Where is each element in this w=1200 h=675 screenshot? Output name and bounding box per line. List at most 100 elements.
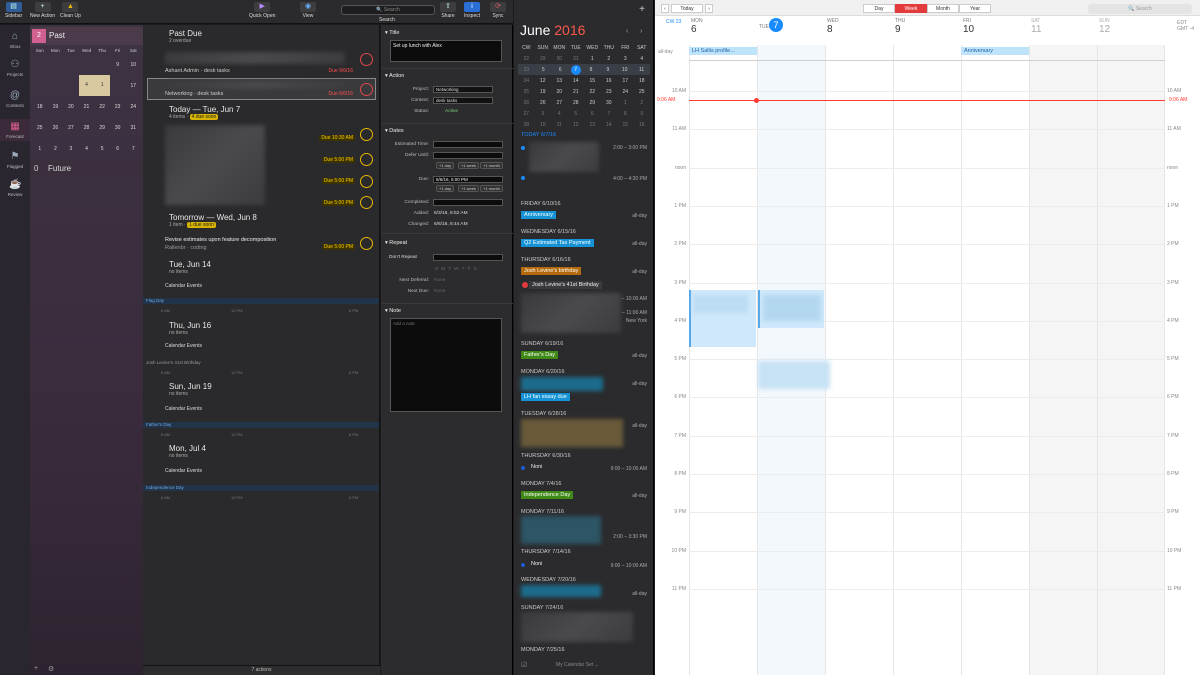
note-field[interactable]: Add a note bbox=[390, 318, 502, 412]
gear-icon[interactable]: ⚙ bbox=[48, 665, 54, 673]
mini-day-cell[interactable]: 9 bbox=[634, 111, 651, 117]
add-event-icon[interactable]: + bbox=[639, 4, 645, 15]
sidebar-button[interactable]: ▤ Sidebar bbox=[5, 2, 22, 19]
day-cell[interactable]: 29 bbox=[94, 125, 110, 131]
day-header[interactable]: THU 9 bbox=[895, 18, 963, 35]
day-cell[interactable]: 7 bbox=[125, 146, 141, 152]
day-cell[interactable]: 4 bbox=[79, 146, 95, 152]
task-title[interactable]: Revise estimates upon feature decomposit… bbox=[165, 237, 376, 243]
day-cell[interactable]: 6 bbox=[110, 146, 126, 152]
action-header[interactable]: ▾ Action bbox=[385, 73, 404, 79]
repeat-header[interactable]: ▾ Repeat bbox=[385, 240, 407, 246]
future-row[interactable]: 0 Future bbox=[30, 160, 143, 178]
mini-day-cell[interactable]: 21 bbox=[568, 89, 585, 95]
project-select[interactable]: Networking bbox=[433, 86, 493, 93]
mini-day-cell[interactable]: 3 bbox=[535, 111, 552, 117]
mini-day-cell[interactable]: 29 bbox=[535, 56, 552, 62]
completed-field[interactable] bbox=[433, 199, 503, 206]
calendar-events[interactable]: Calendar Events bbox=[165, 468, 202, 474]
calendar-events[interactable]: Calendar Events bbox=[165, 406, 202, 412]
day-header[interactable]: TUE 7 bbox=[759, 18, 827, 32]
day-cell[interactable]: 25 bbox=[32, 125, 48, 131]
mini-day-cell[interactable]: 6 bbox=[584, 111, 601, 117]
month-view-button[interactable]: Month bbox=[927, 4, 959, 13]
mini-day-cell[interactable]: 23 bbox=[601, 89, 618, 95]
mini-day-cell[interactable]: 15 bbox=[584, 78, 601, 84]
mini-day-cell[interactable]: 1 bbox=[617, 100, 634, 106]
mini-day-today[interactable]: 7 bbox=[570, 64, 581, 75]
mini-day-cell[interactable]: 30 bbox=[601, 100, 618, 106]
day-cell[interactable]: 10 bbox=[125, 62, 141, 68]
event-independence[interactable]: Independence Day bbox=[521, 491, 574, 499]
day-cell[interactable]: 23 bbox=[110, 104, 126, 110]
day-header[interactable]: WED 8 bbox=[827, 18, 895, 35]
new-action-button[interactable]: + New Action bbox=[30, 2, 55, 19]
today-button[interactable]: Today bbox=[671, 4, 703, 13]
mini-day-cell[interactable]: 2 bbox=[634, 100, 651, 106]
mini-day-cell[interactable]: 6 bbox=[552, 67, 569, 73]
mini-day-cell[interactable]: 8 bbox=[617, 111, 634, 117]
rail-flagged[interactable]: ⚑ Flagged bbox=[0, 151, 30, 169]
day-header[interactable]: SUN 12 bbox=[1099, 18, 1167, 35]
quick-open-button[interactable]: ▶ Quick Open bbox=[249, 2, 275, 19]
clean-up-button[interactable]: ▲ Clean Up bbox=[60, 2, 81, 19]
prev-week-button[interactable]: ‹ bbox=[661, 4, 669, 13]
share-button[interactable]: ⇧ Share bbox=[440, 2, 456, 19]
event-anniversary[interactable]: Anniversary bbox=[521, 211, 557, 219]
mini-day-cell[interactable]: 3 bbox=[617, 56, 634, 62]
task-checkbox[interactable] bbox=[360, 237, 373, 250]
defer-plus-month[interactable]: +1 month bbox=[480, 162, 503, 169]
mini-day-cell[interactable]: 24 bbox=[617, 89, 634, 95]
allday-event[interactable]: LH Sallis profile... bbox=[689, 47, 757, 55]
mini-day-cell[interactable]: 13 bbox=[584, 122, 601, 128]
task-checkbox[interactable] bbox=[360, 153, 373, 166]
day-cell[interactable]: 5 bbox=[94, 146, 110, 152]
next-month-icon[interactable]: › bbox=[640, 28, 642, 35]
mini-day-cell[interactable]: 15 bbox=[617, 122, 634, 128]
day-cell[interactable]: 22 bbox=[94, 104, 110, 110]
mini-day-cell[interactable]: 5 bbox=[568, 111, 585, 117]
task-checkbox[interactable] bbox=[360, 128, 373, 141]
rail-inbox[interactable]: ⌂ Inbox bbox=[0, 31, 30, 49]
mini-day-cell[interactable]: 14 bbox=[601, 122, 618, 128]
next-week-button[interactable]: › bbox=[705, 4, 713, 13]
task-checkbox[interactable] bbox=[360, 83, 373, 96]
past-row[interactable]: 2 Past bbox=[30, 27, 143, 45]
day-cell[interactable]: 19 bbox=[48, 104, 64, 110]
title-field[interactable]: Set up lunch with Alex bbox=[390, 40, 502, 62]
rail-review[interactable]: ☕ Review bbox=[0, 179, 30, 197]
mini-day-cell[interactable]: 17 bbox=[617, 78, 634, 84]
day-cell[interactable]: 30 bbox=[110, 125, 126, 131]
day-cell[interactable]: 26 bbox=[48, 125, 64, 131]
mini-day-cell[interactable]: 30 bbox=[551, 56, 568, 62]
event-noni[interactable]: Noni bbox=[528, 463, 545, 471]
task-checkbox[interactable] bbox=[360, 196, 373, 209]
mini-day-cell[interactable]: 16 bbox=[634, 122, 651, 128]
mini-day-cell[interactable]: 20 bbox=[551, 89, 568, 95]
day-cell[interactable]: 27 bbox=[63, 125, 79, 131]
defer-plus-day[interactable]: +1 day bbox=[436, 162, 455, 169]
due-field[interactable]: 6/6/16, 5:00 PM bbox=[433, 176, 503, 183]
year-view-button[interactable]: Year bbox=[959, 4, 991, 13]
mini-day-cell[interactable]: 11 bbox=[633, 67, 650, 73]
day-cell[interactable]: 1 bbox=[32, 146, 48, 152]
rail-contexts[interactable]: @ Contexts bbox=[0, 90, 30, 108]
mini-day-cell[interactable]: 7 bbox=[601, 111, 618, 117]
mini-day-cell[interactable]: 16 bbox=[601, 78, 618, 84]
day-cell[interactable]: 1 bbox=[94, 75, 110, 96]
mini-day-cell[interactable]: 2 bbox=[601, 56, 618, 62]
mini-day-cell[interactable]: 11 bbox=[551, 122, 568, 128]
rail-forecast[interactable]: ▦ Forecast bbox=[0, 119, 30, 141]
calendar-set-select[interactable]: My Calendar Set ⌄ bbox=[556, 662, 599, 668]
mini-day-cell[interactable]: 8 bbox=[583, 67, 600, 73]
checkbox-icon[interactable]: ☑ bbox=[521, 661, 527, 669]
day-header[interactable]: FRI 10 bbox=[963, 18, 1031, 35]
mini-day-cell[interactable]: 18 bbox=[634, 78, 651, 84]
rail-projects[interactable]: ⚇ Projects bbox=[0, 59, 30, 77]
day-header[interactable]: MON 6 bbox=[691, 18, 759, 35]
mini-day-cell[interactable]: 1 bbox=[584, 56, 601, 62]
defer-field[interactable] bbox=[433, 152, 503, 159]
mini-day-cell[interactable]: 14 bbox=[568, 78, 585, 84]
week-grid[interactable] bbox=[689, 45, 1165, 675]
day-cell[interactable]: 9 bbox=[110, 62, 126, 68]
